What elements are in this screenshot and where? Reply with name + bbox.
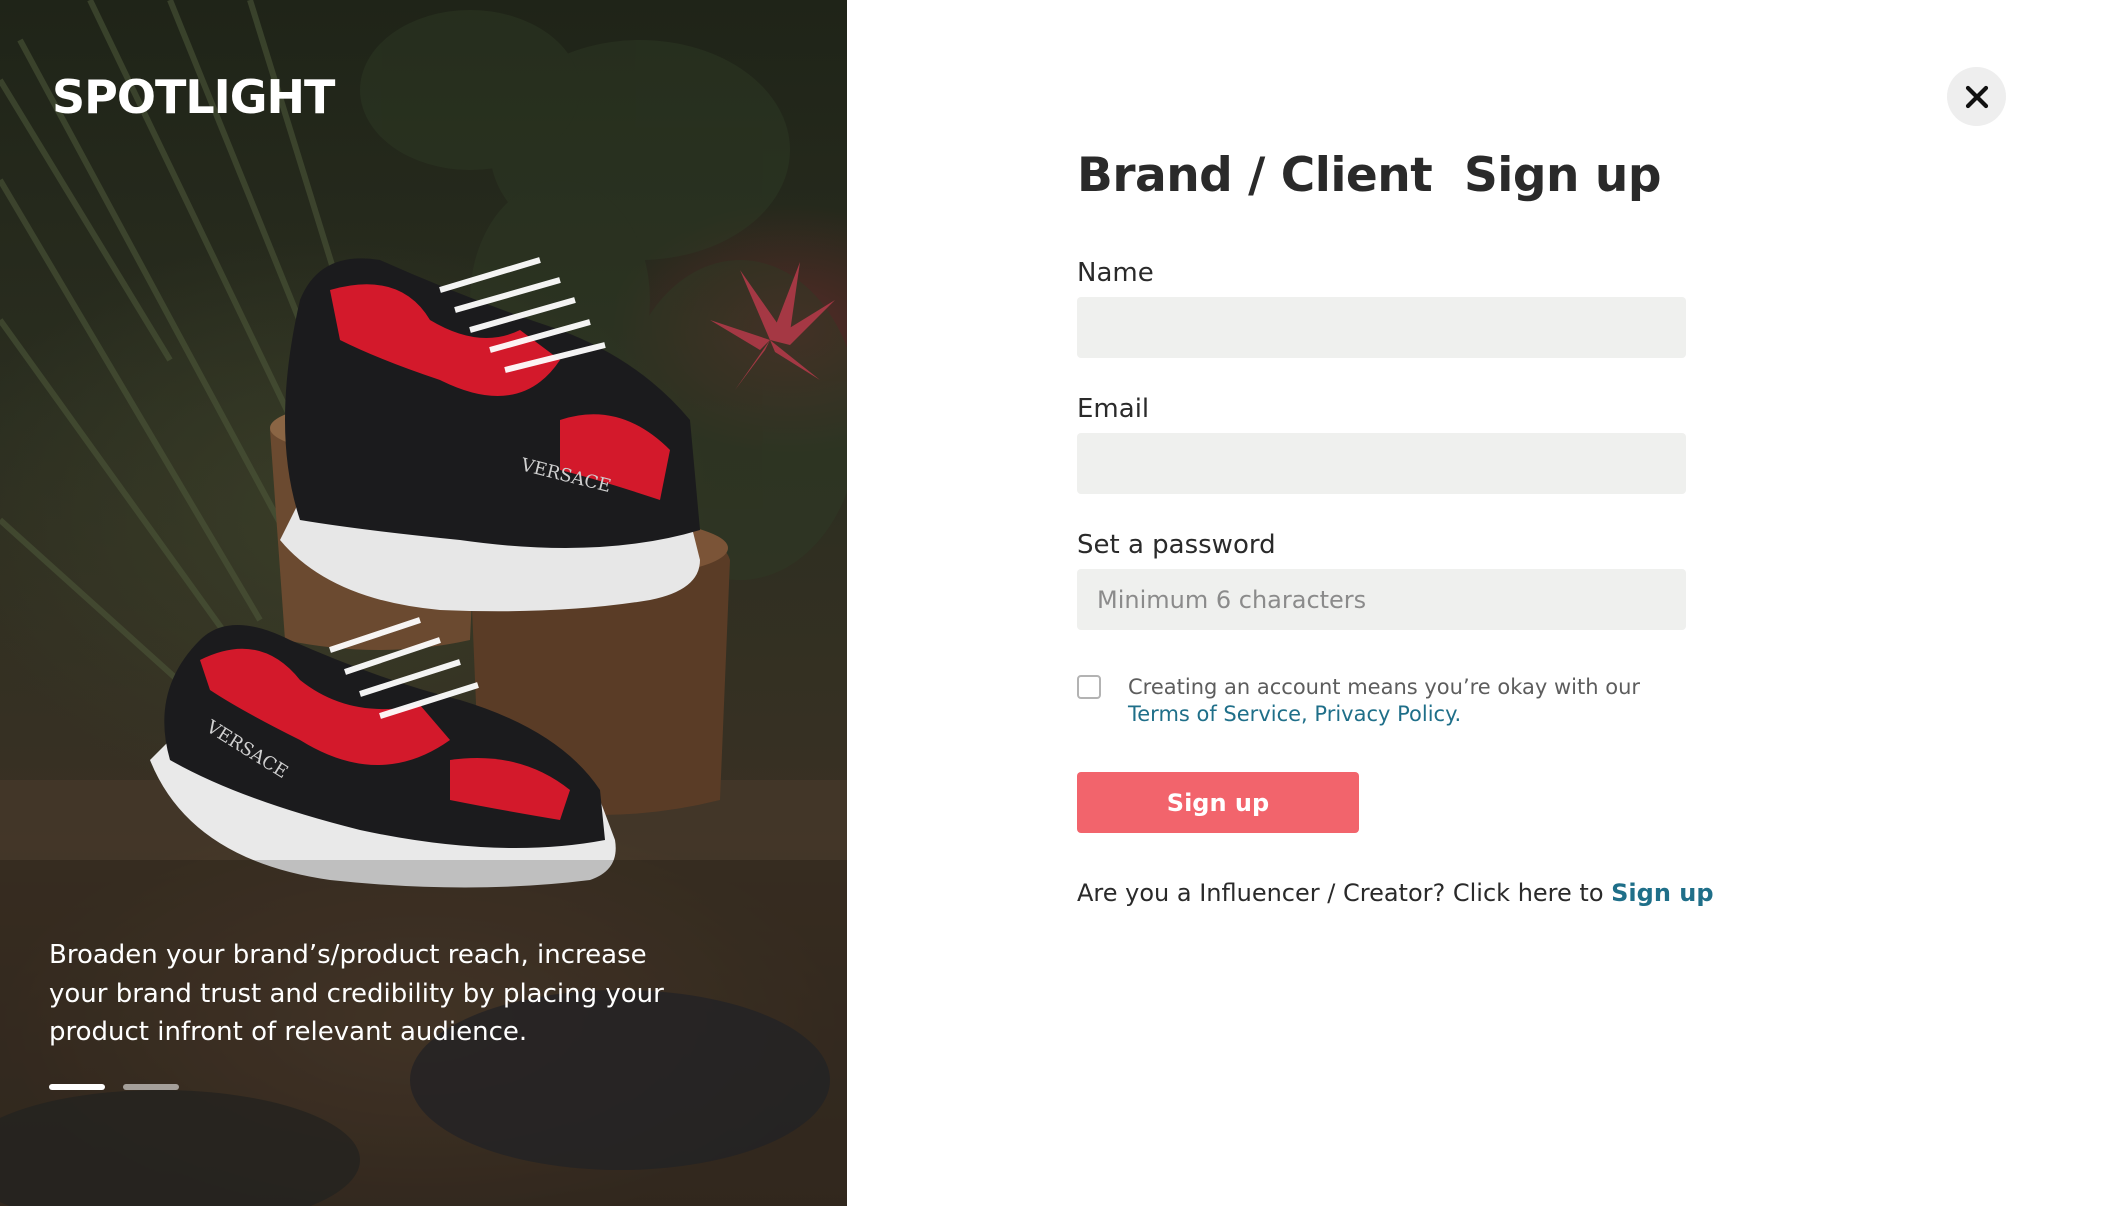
name-input[interactable] [1077, 297, 1686, 358]
influencer-signup-link[interactable]: Sign up [1611, 879, 1713, 907]
terms-row: Creating an account means you’re okay wi… [1077, 674, 1640, 728]
signup-button[interactable]: Sign up [1077, 772, 1359, 833]
name-label: Name [1077, 258, 1154, 288]
email-label: Email [1077, 394, 1150, 424]
terms-checkbox[interactable] [1077, 675, 1101, 699]
password-label: Set a password [1077, 530, 1276, 560]
terms-text: Creating an account means you’re okay wi… [1128, 675, 1641, 699]
terms-text-block: Creating an account means you’re okay wi… [1128, 674, 1640, 728]
brand-logo[interactable]: SPOTLIGHT [52, 70, 335, 124]
carousel-indicators [49, 1084, 179, 1090]
email-input[interactable] [1077, 433, 1686, 494]
close-icon [1965, 85, 1988, 108]
hero-caption: Broaden your brand’s/product reach, incr… [49, 940, 664, 1047]
close-button[interactable] [1947, 67, 2006, 126]
carousel-dot-1[interactable] [49, 1084, 105, 1090]
password-input[interactable] [1077, 569, 1686, 630]
influencer-prompt-text: Are you a Influencer / Creator? Click he… [1077, 879, 1604, 907]
influencer-signup-prompt: Are you a Influencer / Creator? Click he… [1077, 879, 1714, 907]
privacy-policy-link[interactable]: Privacy Policy. [1314, 702, 1461, 726]
terms-separator: , [1301, 702, 1308, 726]
terms-of-service-link[interactable]: Terms of Service [1128, 702, 1301, 726]
page-title: Brand / Client Sign up [1077, 148, 1662, 203]
carousel-dot-2[interactable] [123, 1084, 179, 1090]
hero-panel: VERSACE VERSACE SPOTLIGHT Broaden your b… [0, 0, 847, 1206]
